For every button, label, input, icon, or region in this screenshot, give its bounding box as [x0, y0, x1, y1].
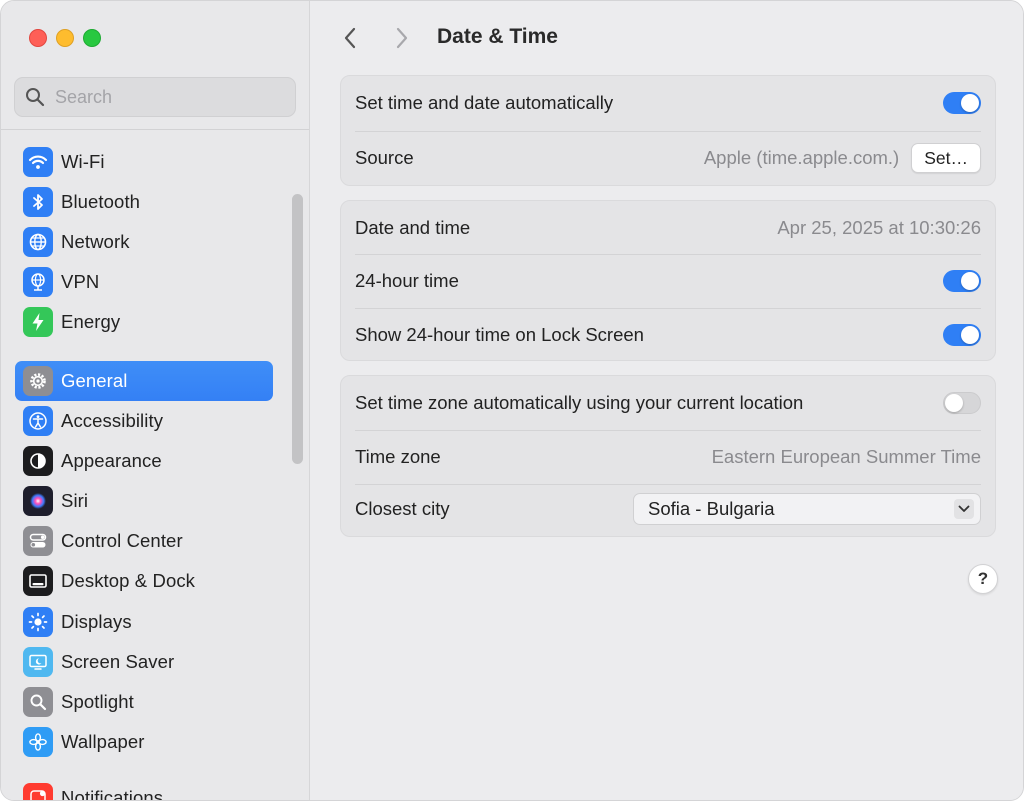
search-icon [26, 88, 45, 107]
date-time-row: Date and time Apr 25, 2025 at 10:30:26 [355, 201, 981, 255]
sidebar-divider [1, 129, 309, 130]
sidebar-item-label: Wi-Fi [61, 151, 105, 172]
sidebar-scrollbar[interactable] [292, 194, 303, 464]
sidebar-item-energy[interactable]: Energy [15, 302, 273, 342]
sidebar-item-spotlight[interactable]: Spotlight [15, 682, 273, 722]
flower-icon [23, 727, 53, 757]
magnifier-icon [23, 687, 53, 717]
sidebar-item-label: General [61, 370, 128, 391]
sidebar-item-network[interactable]: Network [15, 222, 273, 262]
dock-icon [23, 566, 53, 596]
sidebar-item-label: Notifications [61, 787, 164, 801]
24-hour-row: 24-hour time [355, 254, 981, 308]
globe-icon [23, 227, 53, 257]
time-format-group: Date and time Apr 25, 2025 at 10:30:26 2… [340, 200, 996, 361]
time-zone-label: Time zone [355, 446, 441, 467]
vpn-globe-icon [23, 267, 53, 297]
sidebar-item-vpn[interactable]: VPN [15, 262, 273, 302]
sidebar-item-label: Displays [61, 611, 132, 632]
time-zone-group: Set time zone automatically using your c… [340, 375, 996, 537]
main-pane: Date & Time Set time and date automatica… [311, 1, 1023, 800]
minimize-window-button[interactable] [56, 29, 74, 47]
time-zone-value: Eastern European Summer Time [711, 446, 981, 467]
sidebar-item-label: Screen Saver [61, 651, 175, 672]
source-row: Source Apple (time.apple.com.) Set… [355, 131, 981, 185]
date-time-label: Date and time [355, 217, 471, 238]
search-field[interactable]: Search [14, 77, 296, 117]
sidebar-item-displays[interactable]: Displays [15, 602, 273, 642]
lock-screen-24h-toggle[interactable] [943, 324, 981, 346]
wifi-icon [23, 147, 53, 177]
sun-icon [23, 607, 53, 637]
date-time-value[interactable]: Apr 25, 2025 at 10:30:26 [777, 217, 981, 239]
gear-icon [23, 366, 53, 396]
search-placeholder: Search [55, 86, 113, 107]
control-center-icon [23, 526, 53, 556]
sidebar: Search Wi-Fi Bluetooth Network VPN Energ… [1, 1, 310, 801]
source-value: Apple (time.apple.com.) [703, 147, 900, 168]
bell-icon [23, 783, 53, 800]
closest-city-row: Closest city Sofia - Bulgaria [355, 482, 981, 536]
bluetooth-icon [23, 187, 53, 217]
sidebar-item-screen-saver[interactable]: Screen Saver [15, 642, 273, 682]
sidebar-item-control-center[interactable]: Control Center [15, 521, 273, 561]
sidebar-item-label: Wallpaper [61, 731, 145, 752]
appearance-icon [23, 446, 53, 476]
screensaver-icon [23, 647, 53, 677]
lock-screen-24h-row: Show 24-hour time on Lock Screen [355, 308, 981, 362]
closest-city-select[interactable]: Sofia - Bulgaria [633, 493, 981, 525]
sidebar-item-siri[interactable]: Siri [15, 481, 273, 521]
sidebar-item-label: Accessibility [61, 410, 164, 431]
toolbar: Date & Time [311, 1, 1023, 75]
sidebar-item-label: Energy [61, 311, 121, 332]
page-title: Date & Time [437, 25, 558, 48]
sidebar-item-label: Siri [61, 490, 89, 511]
sidebar-item-label: Spotlight [61, 691, 134, 712]
siri-icon [23, 486, 53, 516]
sidebar-item-bluetooth[interactable]: Bluetooth [15, 182, 273, 222]
24-hour-toggle[interactable] [943, 270, 981, 292]
closest-city-value: Sofia - Bulgaria [648, 498, 775, 519]
sidebar-item-appearance[interactable]: Appearance [15, 441, 273, 481]
sidebar-item-general[interactable]: General [15, 361, 273, 401]
bolt-icon [23, 307, 53, 337]
sidebar-item-label: Network [61, 231, 130, 252]
sidebar-item-label: Desktop & Dock [61, 570, 196, 591]
sidebar-item-desktop-dock[interactable]: Desktop & Dock [15, 561, 273, 601]
lock-screen-24h-label: Show 24-hour time on Lock Screen [355, 324, 644, 345]
auto-time-zone-label: Set time zone automatically using your c… [355, 392, 804, 413]
back-button[interactable] [337, 25, 363, 51]
sidebar-item-label: VPN [61, 271, 100, 292]
time-zone-row: Time zone Eastern European Summer Time [355, 430, 981, 484]
chevron-left-icon [344, 27, 356, 49]
settings-window: Search Wi-Fi Bluetooth Network VPN Energ… [0, 0, 1024, 801]
zoom-window-button[interactable] [83, 29, 101, 47]
chevron-down-icon [954, 499, 974, 519]
sidebar-item-notifications[interactable]: Notifications [15, 778, 273, 801]
closest-city-label: Closest city [355, 498, 450, 519]
sidebar-item-accessibility[interactable]: Accessibility [15, 401, 273, 441]
help-button[interactable]: ? [968, 564, 998, 594]
set-time-auto-toggle[interactable] [943, 92, 981, 114]
sidebar-item-label: Bluetooth [61, 191, 141, 212]
set-time-auto-label: Set time and date automatically [355, 92, 614, 113]
set-source-button[interactable]: Set… [911, 143, 981, 173]
accessibility-icon [23, 406, 53, 436]
24-hour-label: 24-hour time [355, 270, 459, 291]
set-time-auto-row: Set time and date automatically [355, 76, 981, 130]
close-window-button[interactable] [29, 29, 47, 47]
sidebar-item-wifi[interactable]: Wi-Fi [15, 142, 273, 182]
chevron-right-icon [396, 27, 408, 49]
source-label: Source [355, 147, 414, 168]
auto-time-group: Set time and date automatically Source A… [340, 75, 996, 186]
auto-time-zone-toggle[interactable] [943, 392, 981, 414]
traffic-lights [29, 29, 101, 47]
forward-button[interactable] [389, 25, 415, 51]
sidebar-item-wallpaper[interactable]: Wallpaper [15, 722, 273, 762]
sidebar-item-label: Control Center [61, 530, 183, 551]
auto-time-zone-row: Set time zone automatically using your c… [355, 376, 981, 430]
sidebar-item-label: Appearance [61, 450, 162, 471]
